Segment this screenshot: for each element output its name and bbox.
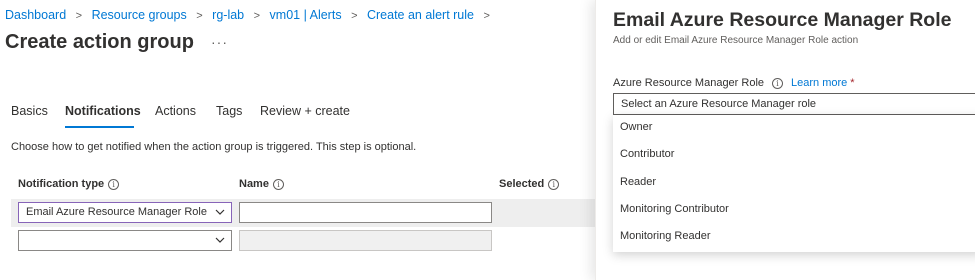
chevron-right-icon: > [75,10,83,22]
notifications-description: Choose how to get notified when the acti… [11,141,417,153]
column-header-label: Name [239,178,269,190]
learn-more-link[interactable]: Learn more [791,77,847,89]
tab-basics[interactable]: Basics [11,104,48,118]
chevron-right-icon: > [253,10,261,22]
field-label-text: Azure Resource Manager Role [613,77,765,89]
breadcrumb-vm01-alerts[interactable]: vm01 | Alerts [270,8,342,22]
breadcrumb: Dashboard > Resource groups > rg-lab > v… [5,8,496,22]
option-monitoring-contributor[interactable]: Monitoring Contributor [613,197,975,223]
notification-type-select[interactable]: Email Azure Resource Manager Role [18,202,232,223]
tab-review-create[interactable]: Review + create [260,104,350,118]
option-contributor[interactable]: Contributor [613,142,975,168]
breadcrumb-resource-groups[interactable]: Resource groups [92,8,187,22]
option-monitoring-reader[interactable]: Monitoring Reader [613,224,975,250]
column-header-selected: Selected i [499,178,560,190]
info-icon[interactable]: i [272,178,284,190]
active-tab-indicator [65,126,134,128]
option-reader[interactable]: Reader [613,170,975,196]
notification-type-select-empty[interactable] [18,230,232,251]
page-title: Create action group [5,31,194,53]
notification-type-value: Email Azure Resource Manager Role [26,206,207,218]
arm-role-select[interactable]: Select an Azure Resource Manager role [613,93,975,115]
column-header-label: Notification type [18,178,105,190]
arm-role-dropdown-list: Owner Contributor Reader Monitoring Cont… [613,115,975,252]
tab-notifications[interactable]: Notifications [65,104,141,118]
panel-title: Email Azure Resource Manager Role [613,9,952,31]
chevron-right-icon: > [196,10,203,22]
column-header-label: Selected [499,178,545,190]
option-owner[interactable]: Owner [613,115,975,141]
info-icon[interactable]: i [548,178,560,190]
breadcrumb-create-alert-rule[interactable]: Create an alert rule [367,8,474,22]
email-arm-role-panel: Email Azure Resource Manager Role Add or… [595,0,975,280]
required-indicator: * [850,77,855,89]
breadcrumb-dashboard[interactable]: Dashboard [5,8,66,22]
info-icon[interactable]: i [108,178,120,190]
breadcrumb-rg-lab[interactable]: rg-lab [212,8,244,22]
tab-actions[interactable]: Actions [155,104,196,118]
column-header-notification-type: Notification type i [18,178,120,190]
chevron-right-icon: > [483,10,490,22]
tab-tags[interactable]: Tags [216,104,242,118]
name-input[interactable] [239,202,492,223]
arm-role-field-label: Azure Resource Manager Role i Learn more… [613,77,855,89]
chevron-right-icon: > [351,10,358,22]
more-options-button[interactable]: ··· [211,34,228,50]
panel-subtitle: Add or edit Email Azure Resource Manager… [613,35,859,46]
name-input-disabled [239,230,492,251]
info-icon[interactable]: i [772,77,784,89]
chevron-down-icon [215,237,225,243]
column-header-name: Name i [239,178,284,190]
chevron-down-icon [215,209,225,215]
